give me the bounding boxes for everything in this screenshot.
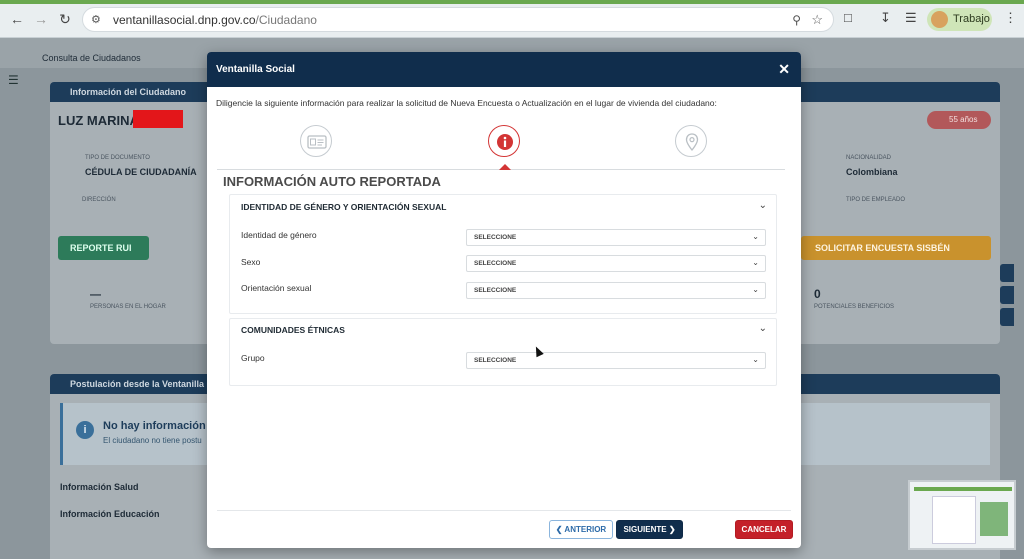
redacted-surname (133, 110, 183, 128)
modal-header: Ventanilla Social ✕ (207, 52, 801, 87)
education-section-title: Información Educación (60, 509, 160, 519)
sexual-orientation-select[interactable]: SELECCIONE ⌄ (466, 282, 766, 299)
download-icon[interactable]: ↧ (880, 10, 891, 26)
health-section-title: Información Salud (60, 482, 139, 492)
next-button-label: SIGUIENTE (623, 525, 667, 534)
chevron-down-icon[interactable]: ⌄ (759, 323, 767, 334)
nationality-value: Colombiana (846, 167, 898, 177)
sex-label: Sexo (241, 257, 261, 267)
breadcrumb: Consulta de Ciudadanos (42, 53, 141, 63)
chevron-down-icon: ⌄ (752, 355, 759, 364)
no-info-subtitle: El ciudadano no tiene postu (103, 436, 202, 445)
select-value: SELECCIONE (474, 260, 517, 267)
active-step-pointer (499, 164, 511, 170)
hamburger-menu-icon[interactable]: ☰ (8, 73, 20, 87)
chevron-right-icon: ❯ (666, 525, 676, 534)
modal-title: Ventanilla Social (216, 64, 295, 75)
address-bar[interactable]: ⚙ ventanillasocial.dnp.gov.co/Ciudadano … (82, 7, 834, 32)
gender-identity-select[interactable]: SELECCIONE ⌄ (466, 229, 766, 246)
cancel-button[interactable]: CANCELAR (735, 520, 793, 539)
extensions-icon[interactable]: □ (844, 10, 852, 25)
group-select[interactable]: SELECCIONE ⌄ (466, 352, 766, 369)
household-label: PERSONAS EN EL HOGAR (90, 304, 166, 310)
media-controls-icon[interactable]: ☰ (905, 10, 917, 26)
citizen-name: LUZ MARINA (58, 113, 139, 128)
window-accent-strip (0, 0, 1024, 4)
address-label: DIRECCIÓN (82, 197, 116, 203)
previous-button-label: ANTERIOR (564, 525, 607, 534)
side-tab-3[interactable] (1000, 308, 1014, 326)
age-badge: 55 años (927, 111, 991, 129)
profile-label: Trabajo (953, 13, 990, 25)
step-location[interactable] (675, 125, 707, 157)
side-tab-2[interactable] (1000, 286, 1014, 304)
chevron-down-icon: ⌄ (752, 232, 759, 241)
step-id-card[interactable] (300, 125, 332, 157)
select-value: SELECCIONE (474, 357, 517, 364)
previous-button[interactable]: ❮ ANTERIOR (549, 520, 613, 539)
profile-button[interactable]: Trabajo (927, 8, 992, 31)
id-card-icon (307, 135, 327, 149)
side-tab-1[interactable] (1000, 264, 1014, 282)
doc-type-value: CÉDULA DE CIUDADANÍA (85, 167, 197, 177)
forward-arrow-icon[interactable]: → (32, 10, 50, 28)
beneficiaries-count: 0 (814, 287, 821, 301)
thumbnail-sheet (980, 502, 1008, 536)
group-label: Grupo (241, 353, 265, 363)
url-text: ventanillasocial.dnp.gov.co/Ciudadano (113, 13, 317, 27)
sexual-orientation-label: Orientación sexual (241, 283, 312, 293)
report-rui-button[interactable]: REPORTE RUI (58, 236, 149, 260)
site-settings-icon[interactable]: ⚙ (91, 13, 105, 27)
info-icon (497, 134, 513, 150)
footer-divider (217, 510, 791, 511)
thumbnail-strip (914, 487, 1012, 491)
gender-identity-panel-title[interactable]: IDENTIDAD DE GÉNERO Y ORIENTACIÓN SEXUAL (241, 202, 446, 212)
doc-type-label: TIPO DE DOCUMENTO (85, 155, 150, 161)
select-value: SELECCIONE (474, 287, 517, 294)
beneficiaries-label: POTENCIALES BENEFICIOS (814, 304, 895, 310)
chevron-down-icon: ⌄ (752, 258, 759, 267)
cancel-button-label: CANCELAR (741, 525, 787, 534)
request-sisben-button[interactable]: SOLICITAR ENCUESTA SISBÉN (801, 236, 991, 260)
household-count: — (90, 289, 101, 301)
bookmark-star-icon[interactable]: ☆ (811, 12, 823, 28)
thumbnail-panel (932, 496, 976, 544)
gender-identity-label: Identidad de género (241, 230, 317, 240)
nationality-label: NACIONALIDAD (846, 155, 892, 161)
chevron-down-icon: ⌄ (752, 285, 759, 294)
back-arrow-icon[interactable]: ← (8, 10, 26, 28)
sex-select[interactable]: SELECCIONE ⌄ (466, 255, 766, 272)
browser-chrome: ← → ↻ ⚙ ventanillasocial.dnp.gov.co/Ciud… (0, 0, 1024, 38)
reload-icon[interactable]: ↻ (56, 10, 74, 28)
employment-label: TIPO DE EMPLEADO (846, 197, 906, 203)
close-icon[interactable]: ✕ (778, 61, 790, 77)
select-value: SELECCIONE (474, 234, 517, 241)
ethnic-communities-panel-title[interactable]: COMUNIDADES ÉTNICAS (241, 325, 345, 335)
section-title: INFORMACIÓN AUTO REPORTADA (223, 174, 441, 189)
location-pin-icon (685, 133, 699, 152)
browser-menu-icon[interactable]: ⋮ (1004, 10, 1017, 26)
avatar (931, 11, 948, 28)
info-circle-icon: i (76, 421, 94, 439)
ventanilla-modal: Ventanilla Social ✕ Diligencie la siguie… (207, 52, 801, 548)
screen-preview-thumbnail (908, 480, 1016, 550)
next-button[interactable]: SIGUIENTE ❯ (616, 520, 683, 539)
no-info-title: No hay información r (103, 420, 214, 432)
chevron-down-icon[interactable]: ⌄ (759, 200, 767, 211)
step-info[interactable] (488, 125, 520, 157)
zoom-icon[interactable]: ⚲ (792, 13, 801, 27)
modal-intro-text: Diligencie la siguiente información para… (216, 98, 717, 108)
